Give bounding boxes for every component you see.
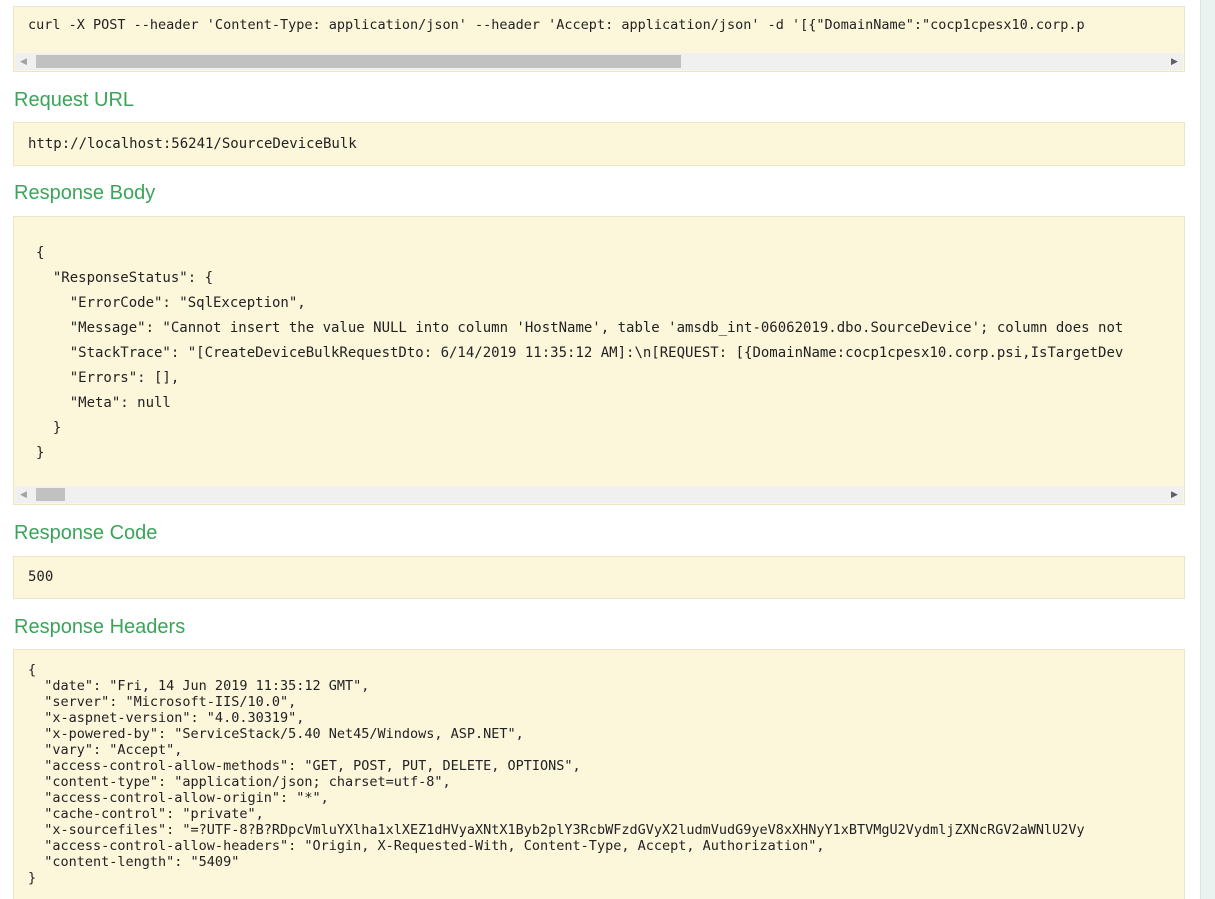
response-header-line: "x-sourcefiles": "=?UTF-8?B?RDpcVmluYXlh… — [28, 822, 1085, 838]
response-body-block: { "ResponseStatus": { "ErrorCode": "SqlE… — [13, 216, 1185, 505]
response-body-horizontal-scrollbar[interactable]: ◀ ▶ — [15, 486, 1183, 503]
response-body-line: } — [36, 420, 62, 436]
response-header-line: "x-powered-by": "ServiceStack/5.40 Net45… — [28, 726, 524, 742]
response-body-scrollbar-thumb[interactable] — [36, 488, 65, 501]
response-headers-block: { "date": "Fri, 14 Jun 2019 11:35:12 GMT… — [13, 649, 1185, 899]
response-body-line: { — [36, 245, 45, 261]
response-code-block: 500 — [13, 556, 1185, 599]
response-header-line: "access-control-allow-methods": "GET, PO… — [28, 758, 581, 774]
request-url-value: http://localhost:56241/SourceDeviceBulk — [28, 136, 357, 152]
response-body-content: { "ResponseStatus": { "ErrorCode": "SqlE… — [36, 241, 1123, 466]
response-header-line: "cache-control": "private", — [28, 806, 264, 822]
curl-command: curl -X POST --header 'Content-Type: app… — [28, 17, 1085, 33]
response-body-line: } — [36, 445, 45, 461]
response-header-line: "server": "Microsoft-IIS/10.0", — [28, 694, 297, 710]
response-headers-heading: Response Headers — [14, 616, 186, 638]
response-code-heading: Response Code — [14, 522, 158, 544]
response-headers-content: { "date": "Fri, 14 Jun 2019 11:35:12 GMT… — [28, 662, 1085, 886]
response-body-line: "Errors": [], — [36, 370, 180, 386]
response-body-line: "ResponseStatus": { — [36, 270, 214, 286]
response-header-line: "x-aspnet-version": "4.0.30319", — [28, 710, 305, 726]
scroll-right-arrow-icon[interactable]: ▶ — [1166, 53, 1183, 70]
response-body-line: "StackTrace": "[CreateDeviceBulkRequestD… — [36, 345, 1124, 361]
request-url-block: http://localhost:56241/SourceDeviceBulk — [13, 122, 1185, 166]
response-code-value: 500 — [28, 569, 54, 585]
response-header-line: "content-length": "5409" — [28, 854, 240, 870]
request-url-heading: Request URL — [14, 89, 135, 111]
response-header-line: { — [28, 662, 37, 678]
response-header-line: "content-type": "application/json; chars… — [28, 774, 451, 790]
response-header-line: } — [28, 870, 37, 886]
curl-block: curl -X POST --header 'Content-Type: app… — [13, 6, 1185, 72]
response-body-line: "Meta": null — [36, 395, 171, 411]
scroll-left-arrow-icon[interactable]: ◀ — [15, 486, 32, 503]
response-body-heading: Response Body — [14, 182, 156, 204]
scroll-left-arrow-icon[interactable]: ◀ — [15, 53, 32, 70]
response-body-line: "ErrorCode": "SqlException", — [36, 295, 306, 311]
response-header-line: "date": "Fri, 14 Jun 2019 11:35:12 GMT", — [28, 678, 370, 694]
scroll-right-arrow-icon[interactable]: ▶ — [1166, 486, 1183, 503]
response-panel: curl -X POST --header 'Content-Type: app… — [0, 0, 1201, 899]
curl-horizontal-scrollbar[interactable]: ◀ ▶ — [15, 53, 1183, 70]
response-header-line: "access-control-allow-headers": "Origin,… — [28, 838, 825, 854]
curl-scrollbar-thumb[interactable] — [36, 55, 681, 68]
response-body-line: "Message": "Cannot insert the value NULL… — [36, 320, 1124, 336]
response-header-line: "access-control-allow-origin": "*", — [28, 790, 329, 806]
response-header-line: "vary": "Accept", — [28, 742, 183, 758]
